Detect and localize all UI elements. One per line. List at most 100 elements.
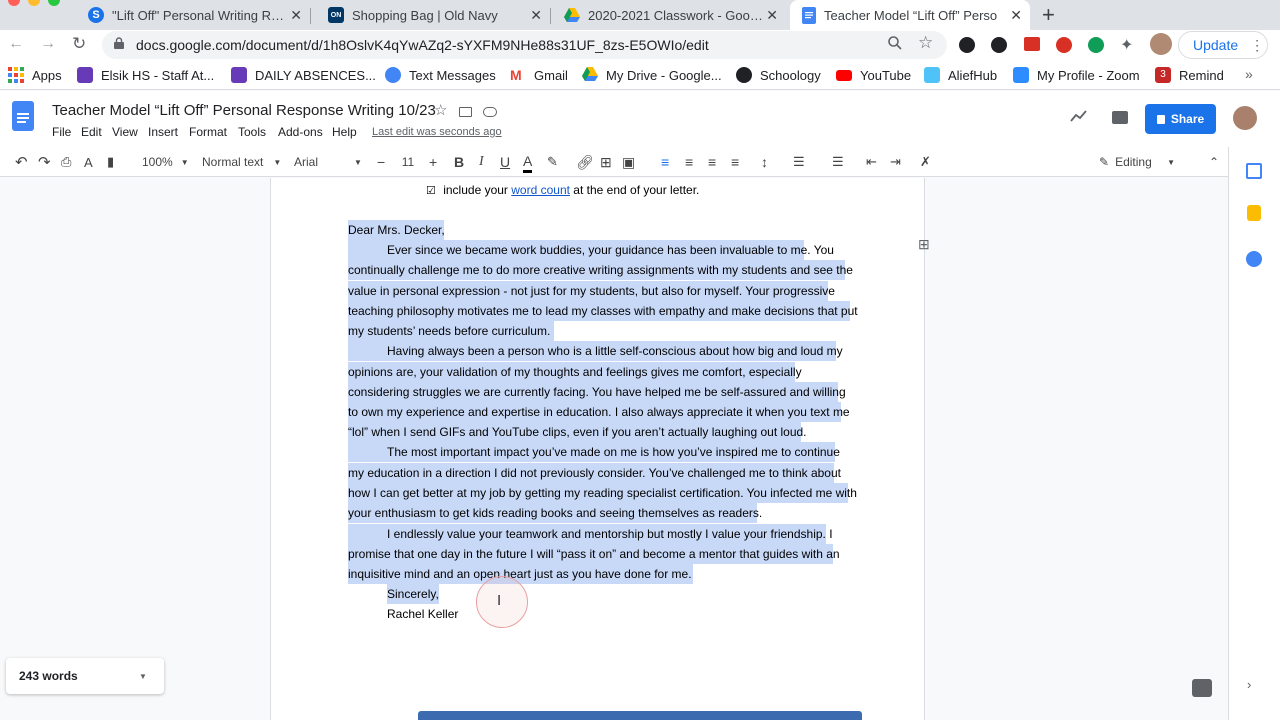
menu-insert[interactable]: Insert bbox=[148, 125, 178, 139]
browser-tab[interactable]: ON Shopping Bag | Old Navy ✕ bbox=[320, 0, 550, 30]
menu-edit[interactable]: Edit bbox=[81, 125, 102, 139]
minimize-window-button[interactable] bbox=[28, 0, 40, 6]
extension-icon[interactable] bbox=[1088, 37, 1104, 53]
editing-mode-select[interactable]: ✎ Editing ▼ bbox=[1099, 147, 1194, 177]
word-count-link[interactable]: word count bbox=[511, 183, 570, 197]
update-button[interactable]: Update ⋮ bbox=[1178, 31, 1268, 59]
puzzle-extensions-icon[interactable]: ✦ bbox=[1120, 35, 1133, 55]
share-button[interactable]: Share bbox=[1145, 104, 1216, 134]
clear-formatting-icon[interactable]: ✗ bbox=[920, 147, 931, 177]
extension-icon[interactable] bbox=[1056, 37, 1072, 53]
insert-image-icon[interactable]: ▣ bbox=[622, 147, 635, 177]
document-page[interactable]: ☑ include your word count at the end of … bbox=[270, 178, 925, 720]
bookmark-star-icon[interactable]: ☆ bbox=[918, 33, 933, 53]
menu-format[interactable]: Format bbox=[189, 125, 227, 139]
forward-icon[interactable]: → bbox=[40, 35, 56, 53]
close-tab-icon[interactable]: ✕ bbox=[1010, 7, 1022, 24]
bold-icon[interactable]: B bbox=[454, 147, 464, 177]
align-right-icon[interactable]: ≡ bbox=[708, 147, 716, 177]
underline-icon[interactable]: U bbox=[500, 147, 510, 177]
add-comment-icon[interactable]: ⊞ bbox=[918, 236, 930, 253]
bookmark-aliefhub[interactable]: AliefHub bbox=[924, 60, 997, 90]
last-edit-link[interactable]: Last edit was seconds ago bbox=[372, 126, 502, 138]
zoom-select[interactable]: 100% ▼ bbox=[142, 147, 189, 177]
menu-file[interactable]: File bbox=[52, 125, 71, 139]
close-tab-icon[interactable]: ✕ bbox=[290, 7, 302, 24]
highlight-icon[interactable]: ✎ bbox=[547, 147, 558, 177]
numbered-list-icon[interactable]: ☰ bbox=[793, 147, 805, 177]
docs-logo-icon[interactable] bbox=[12, 101, 34, 131]
decrease-font-size-icon[interactable]: − bbox=[377, 147, 385, 177]
close-window-button[interactable] bbox=[8, 0, 20, 6]
comment-add-icon[interactable]: ⊞ bbox=[600, 147, 612, 177]
decrease-indent-icon[interactable]: ⇤ bbox=[866, 147, 877, 177]
calendar-icon[interactable] bbox=[1246, 163, 1262, 179]
word-count-widget[interactable]: 243 words ▼ bbox=[6, 658, 164, 694]
doc-title[interactable]: Teacher Model “Lift Off” Personal Respon… bbox=[52, 102, 436, 119]
menu-help[interactable]: Help bbox=[332, 125, 357, 139]
paint-format-icon[interactable]: ▮ bbox=[107, 147, 114, 177]
move-folder-icon[interactable] bbox=[459, 107, 472, 117]
star-icon[interactable]: ☆ bbox=[434, 101, 447, 119]
tab-separator bbox=[550, 8, 551, 24]
undo-icon[interactable]: ↶ bbox=[15, 147, 28, 177]
close-tab-icon[interactable]: ✕ bbox=[766, 7, 778, 24]
bookmark-schoology[interactable]: Schoology bbox=[736, 60, 821, 90]
increase-font-size-icon[interactable]: + bbox=[429, 147, 437, 177]
collapse-menus-icon[interactable]: ⌃ bbox=[1209, 147, 1219, 177]
comments-icon[interactable] bbox=[1112, 111, 1128, 124]
bookmark-text-messages[interactable]: Text Messages bbox=[385, 60, 496, 90]
extension-icon[interactable] bbox=[959, 37, 975, 53]
redo-icon[interactable]: ↷ bbox=[38, 147, 51, 177]
extension-icon[interactable] bbox=[1024, 37, 1040, 51]
align-left-icon[interactable]: ≡ bbox=[661, 147, 669, 177]
italic-icon[interactable]: I bbox=[479, 147, 484, 177]
back-icon[interactable]: ← bbox=[8, 35, 24, 53]
bookmark-absences[interactable]: DAILY ABSENCES... bbox=[231, 60, 376, 90]
zoom-search-icon[interactable] bbox=[887, 35, 903, 51]
menu-view[interactable]: View bbox=[112, 125, 138, 139]
bookmark-my-drive[interactable]: My Drive - Google... bbox=[582, 60, 722, 90]
bookmark-zoom[interactable]: My Profile - Zoom bbox=[1013, 60, 1140, 90]
browser-tab[interactable]: 2020-2021 Classwork - Google ✕ bbox=[556, 0, 786, 30]
bookmark-apps[interactable]: Apps bbox=[8, 60, 62, 90]
bulleted-list-icon[interactable]: ☰ bbox=[832, 147, 844, 177]
spellcheck-icon[interactable]: A bbox=[84, 147, 93, 177]
increase-indent-icon[interactable]: ⇥ bbox=[890, 147, 901, 177]
bookmark-youtube[interactable]: YouTube bbox=[836, 60, 911, 90]
tasks-icon[interactable] bbox=[1246, 251, 1262, 267]
link-icon[interactable]: 🔗︎ bbox=[576, 147, 594, 177]
font-select[interactable]: Arial ▼ bbox=[294, 147, 366, 177]
browser-tab-active[interactable]: Teacher Model “Lift Off” Perso ✕ bbox=[790, 0, 1030, 30]
close-tab-icon[interactable]: ✕ bbox=[530, 7, 542, 24]
text-color-icon[interactable]: A bbox=[523, 151, 533, 173]
maximize-window-button[interactable] bbox=[48, 0, 60, 6]
user-avatar[interactable] bbox=[1233, 106, 1257, 130]
browser-tab[interactable]: S "Lift Off" Personal Writing Resp ✕ bbox=[80, 0, 310, 30]
new-tab-button[interactable]: + bbox=[1042, 2, 1055, 28]
address-bar[interactable]: docs.google.com/document/d/1h8OslvK4qYwA… bbox=[102, 31, 947, 59]
font-size-input[interactable]: 11 bbox=[394, 147, 422, 177]
bookmark-remind[interactable]: 3 Remind bbox=[1155, 60, 1224, 90]
extension-icon[interactable] bbox=[991, 37, 1007, 53]
activity-trend-icon[interactable] bbox=[1070, 109, 1088, 123]
bookmark-gmail[interactable]: M Gmail bbox=[510, 60, 568, 90]
paragraph-line: Having always been a person who is a lit… bbox=[348, 341, 843, 361]
align-center-icon[interactable]: ≡ bbox=[685, 147, 693, 177]
more-bookmarks-icon[interactable]: » bbox=[1245, 66, 1253, 82]
explore-icon[interactable] bbox=[1192, 679, 1212, 697]
line-spacing-icon[interactable]: ↕ bbox=[761, 147, 768, 177]
keep-icon[interactable] bbox=[1247, 205, 1261, 221]
checkbox-icon[interactable]: ☑ bbox=[426, 185, 436, 197]
style-select[interactable]: Normal text ▼ bbox=[202, 147, 281, 177]
menu-addons[interactable]: Add-ons bbox=[278, 125, 323, 139]
style-value: Normal text bbox=[202, 155, 264, 169]
justify-icon[interactable]: ≡ bbox=[731, 147, 739, 177]
menu-tools[interactable]: Tools bbox=[238, 125, 266, 139]
tab-title: Shopping Bag | Old Navy bbox=[352, 7, 498, 23]
reload-icon[interactable]: ↻ bbox=[72, 34, 86, 54]
profile-avatar[interactable] bbox=[1150, 33, 1172, 55]
expand-panel-icon[interactable]: › bbox=[1247, 677, 1251, 692]
bookmark-elsik[interactable]: Elsik HS - Staff At... bbox=[77, 60, 214, 90]
print-icon[interactable]: ⎙ bbox=[61, 147, 71, 177]
